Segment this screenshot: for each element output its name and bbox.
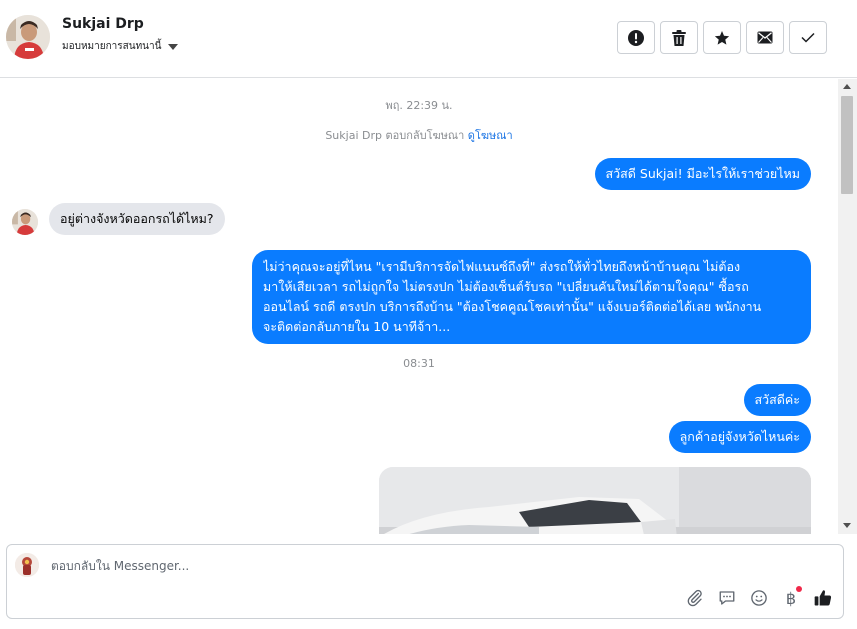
saved-replies-button[interactable] xyxy=(715,586,739,610)
paperclip-icon xyxy=(687,589,702,607)
assign-conversation-dropdown[interactable]: มอบหมายการสนทนานี้ xyxy=(62,39,179,54)
outgoing-image-message[interactable] xyxy=(379,467,811,534)
saved-reply-icon xyxy=(719,591,735,605)
timestamp: พฤ. 22:39 น. xyxy=(385,99,453,112)
scrollbar-thumb[interactable] xyxy=(841,96,853,194)
mark-unread-button[interactable] xyxy=(746,21,784,54)
reply-input[interactable] xyxy=(51,559,651,573)
exclamation-circle-icon xyxy=(628,29,644,46)
delete-button[interactable] xyxy=(660,21,698,54)
thumbs-up-icon xyxy=(814,590,832,606)
timestamp: 08:31 xyxy=(403,357,435,370)
contact-avatar[interactable] xyxy=(6,15,50,59)
payment-button[interactable]: ฿ xyxy=(779,586,803,610)
envelope-icon xyxy=(757,31,773,44)
contact-avatar-small[interactable] xyxy=(12,209,38,235)
report-button[interactable] xyxy=(617,21,655,54)
outgoing-message[interactable]: ลูกค้าอยู่จังหวัดไหนค่ะ xyxy=(668,421,811,453)
attach-button[interactable] xyxy=(683,586,707,610)
message-line: มาให้เสียเวลา รถไม่ถูกใจ ไม่ตรงปก ไม่ต้อ… xyxy=(263,279,749,294)
page-avatar xyxy=(15,553,39,577)
emoji-button[interactable] xyxy=(747,586,771,610)
conversation-toolbar xyxy=(617,21,827,54)
scroll-down-arrow-icon[interactable] xyxy=(843,523,851,528)
car-photo xyxy=(379,467,811,534)
thread-scrollbar[interactable] xyxy=(838,79,857,534)
caret-down-icon xyxy=(168,43,179,50)
ad-reply-notice: Sukjai Drp ตอบกลับโฆษณา ดูโฆษณา xyxy=(0,126,838,144)
reply-composer: ฿ xyxy=(6,544,844,619)
star-icon xyxy=(714,30,730,45)
baht-payment-icon: ฿ xyxy=(785,588,797,608)
trash-icon xyxy=(672,29,686,46)
like-button[interactable] xyxy=(811,586,835,610)
conversation-header: Sukjai Drp มอบหมายการสนทนานี้ xyxy=(0,0,857,78)
mark-done-button[interactable] xyxy=(789,21,827,54)
message-thread: พฤ. 22:39 น. Sukjai Drp ตอบกลับโฆษณา ดูโ… xyxy=(0,79,838,534)
message-line: จะติดต่อกลับภายใน 10 นาทีจ้าา... xyxy=(263,319,451,334)
assign-label: มอบหมายการสนทนานี้ xyxy=(62,41,162,52)
ad-reply-text: Sukjai Drp ตอบกลับโฆษณา xyxy=(325,129,465,142)
contact-name[interactable]: Sukjai Drp xyxy=(62,16,144,32)
composer-tools: ฿ xyxy=(683,586,835,610)
scroll-up-arrow-icon[interactable] xyxy=(843,84,851,89)
star-button[interactable] xyxy=(703,21,741,54)
message-line: ไม่ว่าคุณจะอยู่ที่ไหน "เรามีบริการจัดไฟแ… xyxy=(263,259,741,274)
outgoing-message[interactable]: สวัสดี Sukjai! มีอะไรให้เราช่วยไหม xyxy=(594,158,811,190)
check-icon xyxy=(801,32,815,43)
message-line: ออนไลน์ รถดี ตรงปก บริการถึงบ้าน "ต้องโช… xyxy=(263,299,762,314)
emoji-icon xyxy=(751,590,767,606)
outgoing-message[interactable]: สวัสดีค่ะ xyxy=(743,384,811,416)
notification-dot xyxy=(796,586,802,592)
outgoing-message[interactable]: ไม่ว่าคุณจะอยู่ที่ไหน "เรามีบริการจัดไฟแ… xyxy=(252,250,811,344)
view-ad-link[interactable]: ดูโฆษณา xyxy=(468,129,513,142)
incoming-message[interactable]: อยู่ต่างจังหวัดออกรถได้ไหม? xyxy=(49,203,225,235)
